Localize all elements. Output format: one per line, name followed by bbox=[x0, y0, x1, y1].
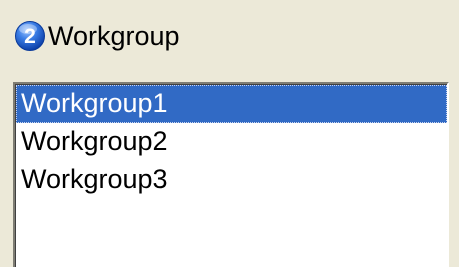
step-2-icon: 2 bbox=[14, 20, 46, 52]
list-item-workgroup2[interactable]: Workgroup2 bbox=[16, 123, 447, 161]
list-item-workgroup3[interactable]: Workgroup3 bbox=[16, 161, 447, 199]
section-title: Workgroup bbox=[48, 21, 180, 51]
list-item-workgroup1[interactable]: Workgroup1 bbox=[16, 85, 447, 123]
workgroup-listbox[interactable]: Workgroup1 Workgroup2 Workgroup3 bbox=[13, 82, 449, 267]
section-header: 2 Workgroup bbox=[14, 18, 180, 54]
step-number: 2 bbox=[24, 25, 36, 48]
listbox-content: Workgroup1 Workgroup2 Workgroup3 bbox=[15, 84, 447, 267]
